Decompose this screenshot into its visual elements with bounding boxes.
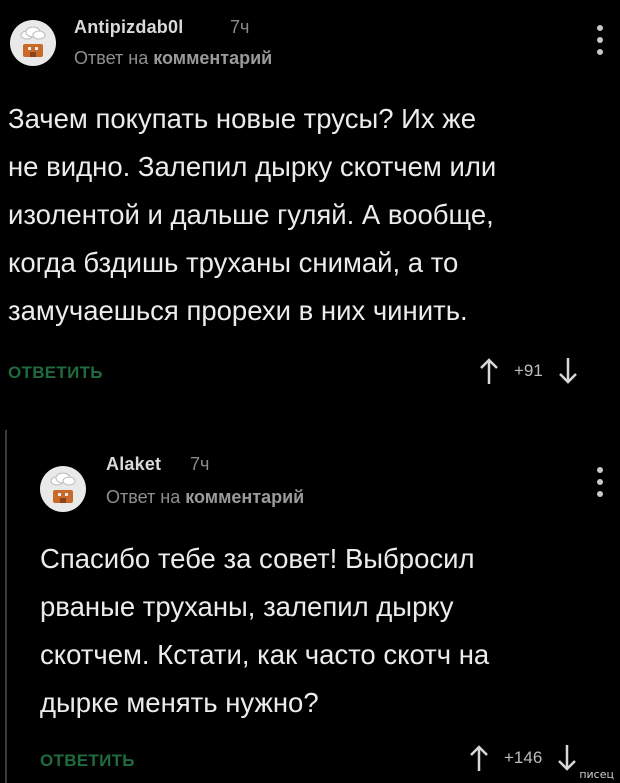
comment: Antipizdab0l 7ч Ответ на комментарий Зач… xyxy=(0,0,620,400)
comment-line: когда бздишь труханы снимай, а то xyxy=(8,247,459,278)
reply-prefix: Ответ на xyxy=(74,48,149,68)
vote-score: +146 xyxy=(504,748,543,767)
comment-line: дырке менять нужно? xyxy=(40,687,319,718)
vote-widget: +146 xyxy=(468,743,578,773)
comment-body: Спасибо тебе за совет! Выбросил рваные т… xyxy=(40,535,489,727)
parent-comment-link[interactable]: комментарий xyxy=(153,48,272,68)
comment-line: скотчем. Кстати, как часто скотч на xyxy=(40,639,490,670)
comment-reply: Alaket 7ч Ответ на комментарий Спасибо т… xyxy=(0,430,620,783)
comment-line: Спасибо тебе за совет! Выбросил xyxy=(40,543,475,574)
parent-comment-link[interactable]: комментарий xyxy=(185,487,304,507)
vote-score: +91 xyxy=(514,361,543,380)
arrow-down-icon[interactable] xyxy=(557,356,579,386)
reply-to-line: Ответ на комментарий xyxy=(74,48,272,69)
more-vertical-icon[interactable] xyxy=(595,25,605,55)
arrow-up-icon[interactable] xyxy=(478,356,500,386)
comment-time: 7ч xyxy=(230,17,250,37)
default-avatar-icon xyxy=(50,472,76,503)
reply-prefix: Ответ на xyxy=(106,487,181,507)
vote-widget: +91 xyxy=(478,356,579,386)
default-avatar-icon xyxy=(20,26,46,57)
author-name[interactable]: Alaket xyxy=(106,454,161,475)
comment-body: Зачем покупать новые трусы? Их же не вид… xyxy=(8,95,496,335)
comment-line: Зачем покупать новые трусы? Их же xyxy=(8,103,476,134)
comment-line: не видно. Залепил дырку скотчем или xyxy=(8,151,497,182)
arrow-up-icon[interactable] xyxy=(468,743,490,773)
comment-line: рваные труханы, залепил дырку xyxy=(40,591,454,622)
arrow-down-icon[interactable] xyxy=(556,743,578,773)
comment-line: изолентой и дальше гуляй. А вообще, xyxy=(8,199,494,230)
author-name[interactable]: Antipizdab0l xyxy=(74,17,183,38)
comment-time: 7ч xyxy=(190,454,210,474)
comment-line: замучаешься прорехи в них чинить. xyxy=(8,295,468,326)
watermark: писец xyxy=(579,768,614,781)
avatar[interactable] xyxy=(10,20,56,66)
reply-button[interactable]: ОТВЕТИТЬ xyxy=(40,751,135,771)
reply-button[interactable]: ОТВЕТИТЬ xyxy=(8,363,103,383)
more-vertical-icon[interactable] xyxy=(595,467,605,497)
avatar[interactable] xyxy=(40,466,86,512)
reply-to-line: Ответ на комментарий xyxy=(106,487,304,508)
